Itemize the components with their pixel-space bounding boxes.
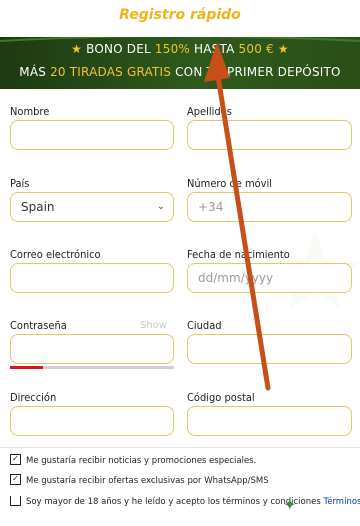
banner-free-spins: 20 TIRADAS GRATIS [50, 65, 172, 79]
postal-input[interactable] [187, 406, 352, 436]
whatsapp-label: Me gustaría recibir ofertas exclusivas p… [26, 476, 269, 486]
contrasena-input[interactable] [10, 334, 174, 364]
movil-input[interactable]: +34 [187, 192, 352, 222]
newsletter-checkbox-row[interactable]: ✓ Me gustaría recibir noticias y promocio… [10, 454, 257, 466]
direccion-input[interactable] [10, 406, 174, 436]
banner-text: HASTA [190, 42, 239, 56]
sparkle-icon: ✦ [283, 495, 297, 514]
newsletter-label: Me gustaría recibir noticias y promocion… [26, 456, 257, 466]
star-icon: ★ [71, 42, 83, 56]
movil-label: Número de móvil [187, 177, 272, 190]
terms-checkbox-row[interactable]: Soy mayor de 18 años y he leído y acepto… [10, 496, 360, 516]
form-title: Registro rápido [119, 7, 241, 23]
bonus-banner: ★ BONO DEL 150% HASTA 500 € ★ MÁS 20 TIR… [0, 37, 360, 89]
pais-value: Spain [21, 200, 55, 214]
nacimiento-label: Fecha de nacimiento [187, 248, 290, 261]
checkbox-terms[interactable] [10, 496, 21, 506]
divider [0, 447, 360, 448]
chevron-down-icon: ⌄ [156, 201, 165, 212]
direccion-label: Dirección [10, 391, 57, 404]
banner-line-1: ★ BONO DEL 150% HASTA 500 € ★ [0, 42, 360, 56]
show-password-button[interactable]: Show [140, 320, 167, 331]
pais-select[interactable]: Spain ⌄ [10, 192, 174, 222]
terms-label: Soy mayor de 18 años y he leído y acepto… [26, 497, 324, 507]
postal-label: Código postal [187, 391, 255, 404]
banner-text: BONO DEL [86, 42, 155, 56]
contrasena-label: Contraseña [10, 319, 67, 332]
apellidos-input[interactable] [187, 120, 352, 150]
banner-amount: 500 € [238, 42, 274, 56]
nombre-label: Nombre [10, 105, 50, 118]
ciudad-label: Ciudad [187, 319, 222, 332]
star-icon: ★ [277, 42, 289, 56]
ciudad-input[interactable] [187, 334, 352, 364]
banner-line-2: MÁS 20 TIRADAS GRATIS CON TU PRIMER DEPÓ… [0, 65, 360, 79]
nacimiento-input[interactable]: dd/mm/yyyy [187, 263, 352, 293]
nacimiento-placeholder: dd/mm/yyyy [198, 271, 274, 285]
checkbox-newsletter[interactable]: ✓ [10, 454, 21, 465]
movil-prefix: +34 [198, 200, 224, 214]
password-strength-bar [10, 366, 43, 369]
banner-text: MÁS [19, 65, 51, 79]
whatsapp-checkbox-row[interactable]: ✓ Me gustaría recibir ofertas exclusivas … [10, 474, 269, 486]
banner-percent: 150% [154, 42, 191, 56]
apellidos-label: Apellidos [187, 105, 232, 118]
nombre-input[interactable] [10, 120, 174, 150]
banner-text: CON TU PRIMER DEPÓSITO [171, 65, 341, 79]
pais-label: País [10, 177, 30, 190]
correo-label: Correo electrónico [10, 248, 101, 261]
checkbox-whatsapp[interactable]: ✓ [10, 474, 21, 485]
correo-input[interactable] [10, 263, 174, 293]
terms-link[interactable]: Términos y [323, 497, 360, 507]
